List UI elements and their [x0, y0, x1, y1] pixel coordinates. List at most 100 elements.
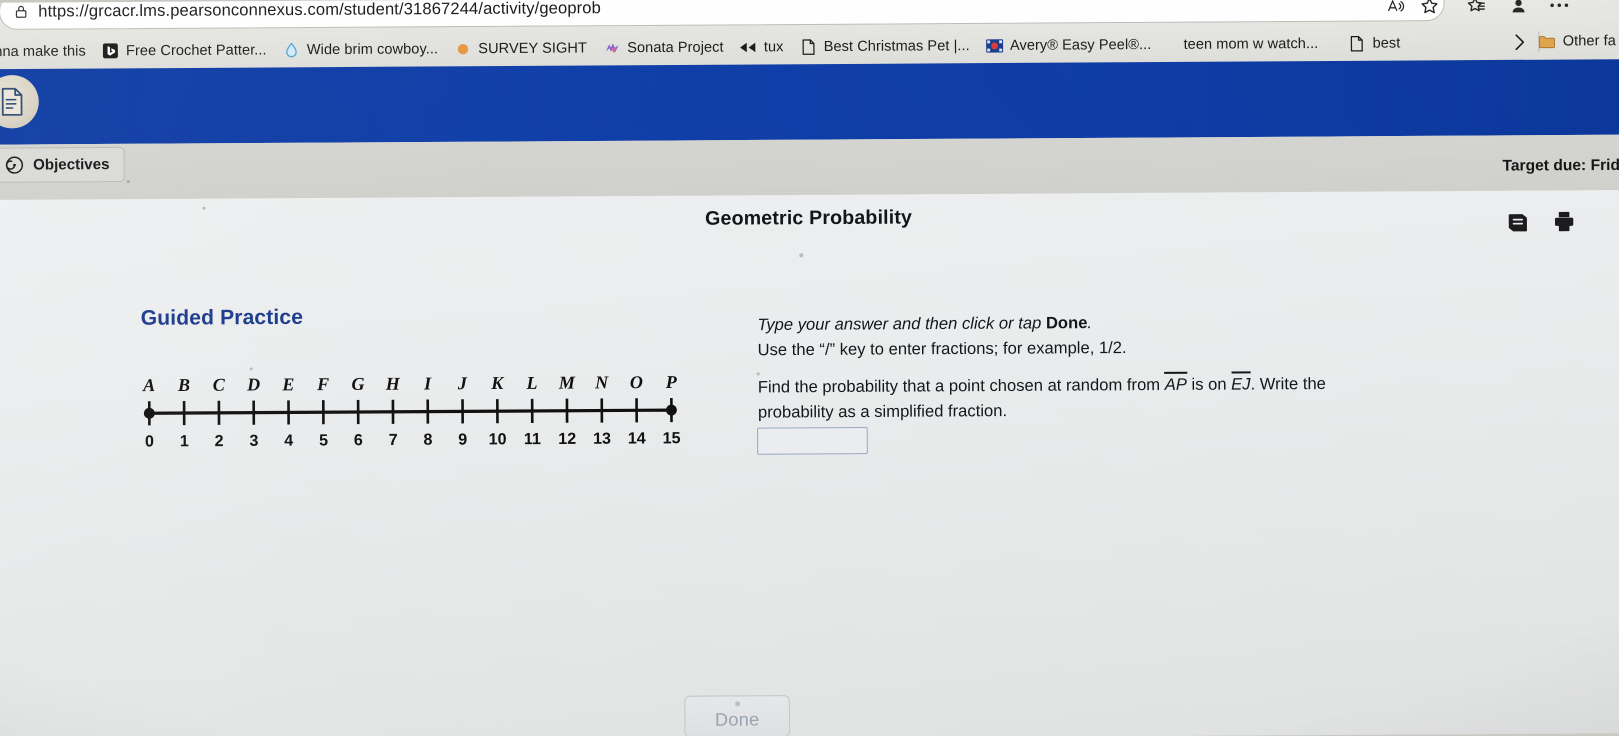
number-line-endpoint-dot — [143, 407, 155, 419]
number-line-point-label: B — [177, 375, 190, 395]
dust-speck — [756, 372, 760, 376]
address-bar[interactable]: https://grcacr.lms.pearsonconnexus.com/s… — [0, 0, 1445, 30]
number-line-point-label: A — [142, 375, 155, 395]
bookmark-label: Free Crochet Patter... — [125, 41, 267, 59]
number-line-point-label: E — [281, 374, 294, 394]
dust-speck — [799, 253, 804, 258]
lock-icon[interactable] — [13, 4, 29, 20]
app-header: Geometric Probability ‹ › CR Geometry B … — [0, 59, 1619, 192]
instructions: Type your answer and then click or tap D… — [757, 309, 1421, 362]
number-line-point-label: K — [490, 373, 505, 393]
number-line-value-label: 14 — [628, 429, 646, 447]
bookmarks-overflow-chevron-icon[interactable] — [1506, 29, 1532, 55]
done-button-dot — [734, 701, 740, 707]
number-line-point-label: M — [558, 373, 576, 393]
number-line-value-label: 11 — [524, 430, 541, 448]
other-favorites-item[interactable]: Other fa — [1532, 28, 1619, 55]
bookmark-item[interactable]: Best Christmas Pet |... — [792, 32, 976, 59]
document-icon[interactable] — [0, 74, 39, 129]
bookmark-item[interactable]: best — [1341, 30, 1407, 57]
number-line-value-label: 1 — [180, 432, 189, 450]
dust-speck — [126, 180, 130, 184]
number-line-value-label: 0 — [145, 432, 154, 450]
number-line-value-label: 10 — [489, 430, 507, 448]
segment-ej: EJ — [1231, 371, 1251, 395]
page-icon — [799, 38, 816, 55]
dust-speck — [202, 206, 206, 210]
done-button-label: Done — [714, 709, 760, 730]
orange-circle-icon — [454, 40, 471, 57]
number-line-point-label: F — [316, 374, 329, 394]
segment-ap: AP — [1164, 371, 1187, 396]
bookmark-item[interactable]: tux — [733, 34, 791, 61]
bookmark-label: Avery® Easy Peel®... — [1009, 36, 1152, 54]
bookmark-label: Best Christmas Pet |... — [823, 37, 970, 55]
instructions-line-2: Use the “/” key to enter fractions; for … — [757, 338, 1127, 360]
done-emphasis: Done — [1045, 313, 1088, 333]
number-line-value-label: 15 — [663, 429, 681, 447]
number-line-point-label: H — [385, 374, 401, 394]
number-line-point-label: N — [594, 372, 609, 392]
bookmark-label: Sonata Project — [627, 39, 724, 56]
activity-content: Geometric Probability Guided Practice A 0… — [0, 189, 1619, 736]
bookmark-label: Wide brim cowboy... — [306, 40, 439, 58]
bookmark-label: best — [1372, 34, 1401, 52]
instructions-suffix: . — [1087, 313, 1093, 333]
bookmark-item[interactable]: anna make this — [0, 38, 93, 65]
bing-icon — [102, 42, 119, 59]
bookmark-label: anna make this — [0, 42, 86, 60]
avery-icon — [985, 37, 1003, 54]
guided-practice-heading: Guided Practice — [140, 305, 304, 330]
notebook-icon[interactable] — [1502, 207, 1532, 237]
bookmark-item[interactable]: Wide brim cowboy... — [276, 36, 446, 63]
collections-icon[interactable] — [1462, 0, 1490, 20]
bookmark-item[interactable]: Avery® Easy Peel®... — [979, 31, 1159, 58]
url-text: https://grcacr.lms.pearsonconnexus.com/s… — [38, 0, 601, 21]
print-icon[interactable] — [1548, 206, 1578, 236]
number-line-value-label: 3 — [249, 432, 258, 450]
done-button[interactable]: Done — [684, 695, 791, 736]
number-line-value-label: 7 — [389, 431, 398, 449]
folder-icon — [1539, 33, 1556, 50]
instructions-prefix: Type your answer and then click or tap — [757, 314, 1046, 335]
browser-chrome: https://grcacr.lms.pearsonconnexus.com/s… — [0, 0, 1619, 70]
objectives-button[interactable]: Objectives — [0, 146, 125, 183]
bookmark-item[interactable]: teen mom w watch... — [1176, 30, 1325, 57]
number-line-value-label: 2 — [215, 432, 224, 450]
bookmark-item[interactable]: SURVEY SIGHT — [447, 35, 594, 62]
number-line-point-label: J — [457, 373, 468, 393]
bookmark-label: tux — [763, 38, 784, 55]
target-due-text: Target due: Frida — [1502, 156, 1619, 175]
number-line-axis — [149, 408, 672, 415]
number-line-point-label: L — [525, 373, 537, 393]
other-favorites-label: Other fa — [1562, 33, 1616, 50]
bookmark-item[interactable]: Sonata Project — [596, 34, 731, 61]
number-line-value-label: 9 — [458, 431, 467, 449]
number-line-value-label: 8 — [423, 431, 432, 449]
number-line-value-label: 13 — [593, 430, 611, 448]
number-line-value-label: 12 — [558, 430, 576, 448]
bookmark-item[interactable]: Free Crochet Patter... — [95, 37, 274, 64]
target-icon — [5, 155, 24, 174]
answer-input[interactable] — [757, 426, 868, 455]
settings-more-icon[interactable] — [1545, 0, 1573, 19]
bookmark-label: teen mom w watch... — [1183, 35, 1319, 53]
number-line-value-label: 5 — [319, 431, 328, 449]
number-line-diagram: A 0 B 1 C 2 D 3 E 4 F 5 G 6 H 7 I 8 J 9 K 10 L 11 M 12 N 13 O 14 P 15 — [139, 367, 688, 451]
screen-photo: https://grcacr.lms.pearsonconnexus.com/s… — [0, 0, 1619, 736]
colorful-mark-icon — [603, 39, 620, 56]
profile-icon[interactable] — [1504, 0, 1532, 20]
number-line-point-label: O — [630, 372, 643, 392]
number-line-point-label: C — [213, 375, 226, 395]
water-drop-icon — [283, 41, 300, 58]
favorites-star-icon[interactable] — [1415, 0, 1443, 20]
question-part-1: Find the probability that a point chosen… — [757, 375, 1165, 397]
read-aloud-icon[interactable] — [1381, 0, 1409, 20]
dust-speck — [249, 367, 253, 371]
number-line-point-label: D — [246, 374, 260, 394]
number-line-point-label: P — [665, 372, 678, 392]
activity-title: Geometric Probability — [704, 206, 913, 230]
number-line-point-label: G — [351, 374, 364, 394]
objectives-bar: Objectives Target due: Frida — [0, 134, 1619, 200]
number-line-point-label: I — [423, 373, 432, 393]
